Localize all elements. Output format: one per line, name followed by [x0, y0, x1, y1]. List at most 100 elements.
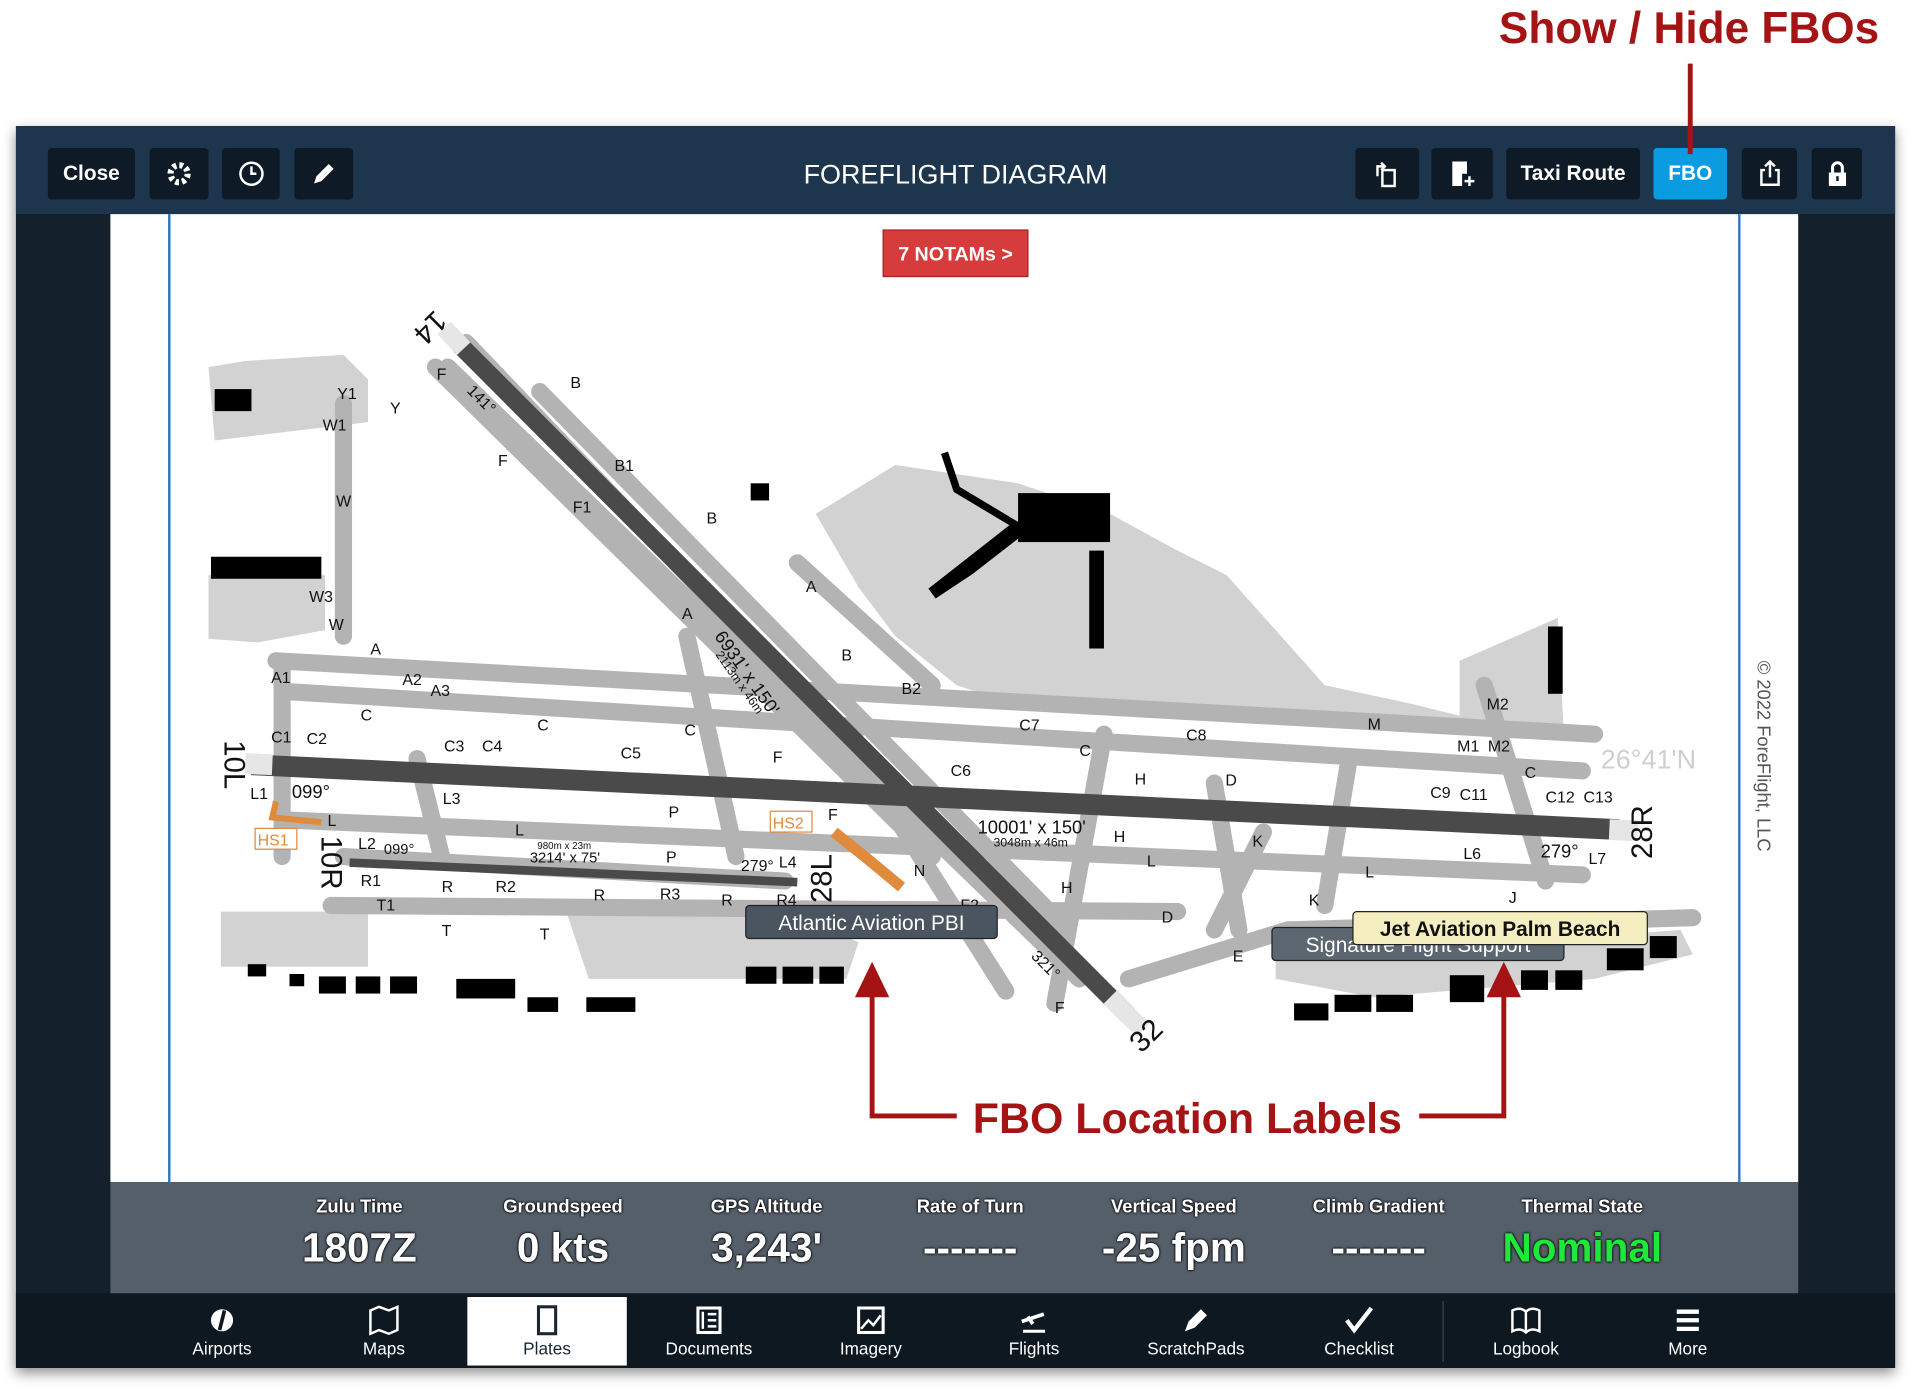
tab-logbook[interactable]: Logbook	[1446, 1297, 1605, 1366]
building	[390, 976, 418, 994]
taxiway-label: T	[442, 923, 452, 940]
building	[1376, 994, 1414, 1012]
runway-end-label: 10R	[314, 836, 347, 890]
add-page-button[interactable]	[1431, 148, 1493, 200]
taxiway-label: L7	[1588, 851, 1606, 868]
building	[289, 973, 305, 987]
tab-label: Imagery	[839, 1338, 902, 1359]
taxiway-label: T1	[377, 897, 396, 914]
taxiway-label: L	[1365, 864, 1374, 881]
building	[1520, 970, 1548, 990]
taxiway-label: Y1	[337, 386, 357, 403]
fbo-label: Atlantic Aviation PBI	[778, 912, 964, 935]
taxiway-label: L4	[779, 855, 797, 872]
runway-info-label: 279°	[741, 858, 774, 875]
runway-end-label: 10L	[217, 740, 250, 789]
rotate-icon	[1376, 161, 1396, 188]
taxiway-label: C	[684, 722, 696, 739]
taxiway-label: C2	[307, 731, 328, 748]
taxiway-label: L	[1147, 853, 1156, 870]
taxi-route-button[interactable]: Taxi Route	[1506, 148, 1640, 200]
rotate-button[interactable]	[1355, 148, 1420, 200]
building	[1555, 970, 1583, 990]
tab-maps[interactable]: Maps	[304, 1297, 463, 1366]
taxiway-label: B	[707, 511, 718, 528]
building	[527, 997, 559, 1012]
tab-airports[interactable]: Airports	[142, 1297, 301, 1366]
tab-label: Documents	[665, 1338, 753, 1359]
taxiway-label: M1	[1457, 738, 1479, 755]
taxiway-label: A	[682, 606, 693, 623]
runway-info-label: 3214' x 75'	[530, 851, 600, 867]
building	[1449, 975, 1485, 1003]
instrument-groundspeed[interactable]: Groundspeed 0 kts	[465, 1197, 661, 1272]
fbo-toggle-button[interactable]: FBO	[1653, 148, 1728, 200]
tab-documents[interactable]: Documents	[629, 1297, 788, 1366]
scratchpads-icon	[1184, 1309, 1207, 1332]
taxiway-label: C5	[621, 746, 642, 763]
taxiway-label: M	[1368, 716, 1381, 733]
hotspot-label: HS2	[773, 815, 804, 832]
imagery-icon	[857, 1306, 885, 1335]
taxiway-label: E	[1233, 949, 1244, 966]
plates-icon	[536, 1305, 558, 1336]
tab-flights[interactable]: Flights	[954, 1297, 1113, 1366]
copyright-label: © 2022 ForeFlight, LLC	[1754, 661, 1775, 852]
tab-more[interactable]: More	[1608, 1297, 1767, 1366]
taxiway-label: C3	[444, 738, 465, 755]
taxiway-label: R	[442, 879, 454, 896]
taxiway-label: L2	[358, 836, 376, 853]
runway-info-label: 099°	[384, 842, 414, 858]
instrument-label: Climb Gradient	[1312, 1196, 1445, 1218]
tab-label: More	[1668, 1338, 1708, 1359]
instrument-thermal-state[interactable]: Thermal State Nominal	[1484, 1197, 1680, 1272]
taxiway-label: R1	[361, 873, 382, 890]
building	[355, 976, 381, 994]
taxiway-label: C4	[482, 738, 503, 755]
hotspot-label: HS1	[258, 833, 289, 850]
taxiway-label: N	[914, 863, 926, 880]
building	[782, 966, 814, 984]
taxiway-label: H	[1135, 771, 1147, 788]
taxiway	[1119, 921, 1297, 988]
tab-label: ScratchPads	[1147, 1338, 1245, 1359]
tab-label: Airports	[192, 1338, 252, 1359]
taxiway-label: C9	[1430, 785, 1451, 802]
more-icon	[1676, 1309, 1699, 1331]
instrument-zulu-time[interactable]: Zulu Time 1807Z	[261, 1197, 457, 1272]
maps-icon	[369, 1304, 399, 1336]
tab-plates[interactable]: Plates	[467, 1297, 627, 1366]
fbo-label: Jet Aviation Palm Beach	[1380, 918, 1620, 941]
taxiway-label: C8	[1186, 727, 1207, 744]
runway-info-label: 980m x 23m	[537, 841, 591, 852]
lock-icon	[1828, 161, 1846, 186]
runway-end-label: 28R	[1626, 805, 1659, 859]
instrument-climb-gradient[interactable]: Climb Gradient -------	[1281, 1197, 1477, 1272]
lock-button[interactable]	[1811, 148, 1862, 200]
building	[745, 966, 777, 984]
instrument-label: Rate of Turn	[916, 1196, 1024, 1218]
airport-diagram-canvas[interactable]: 143210L28R10R 28L141°321°099°279°099°279°…	[110, 214, 1798, 1182]
tab-checklist[interactable]: Checklist	[1279, 1297, 1438, 1366]
checklist-icon	[1345, 1306, 1374, 1334]
tab-imagery[interactable]: Imagery	[791, 1297, 950, 1366]
taxiway-label: C	[1525, 765, 1537, 782]
taxiway-label: H	[1061, 880, 1073, 897]
taxiway-label: L3	[443, 791, 461, 808]
taxiway-label: D	[1225, 773, 1237, 790]
share-button[interactable]	[1741, 148, 1797, 200]
building	[1294, 1003, 1329, 1021]
instrument-gps-altitude[interactable]: GPS Altitude 3,243'	[668, 1197, 864, 1272]
tab-scratchpads[interactable]: ScratchPads	[1116, 1297, 1275, 1366]
instrument-rate-of-turn[interactable]: Rate of Turn -------	[872, 1197, 1068, 1272]
building	[1547, 626, 1563, 694]
instrument-vertical-speed[interactable]: Vertical Speed -25 fpm	[1076, 1197, 1272, 1272]
taxiway-label: R	[594, 888, 606, 905]
building	[456, 978, 516, 999]
runway-info-label: 279°	[1541, 841, 1579, 862]
taxiway-label: R3	[660, 886, 681, 903]
airport-diagram[interactable]: 14 32 10L 28R 10R 28L 141° 321° 099° 279° 099° 279°…	[110, 214, 1799, 1182]
building	[247, 964, 267, 977]
instrument-value: Nominal	[1502, 1224, 1663, 1271]
share-icon	[1759, 159, 1780, 186]
